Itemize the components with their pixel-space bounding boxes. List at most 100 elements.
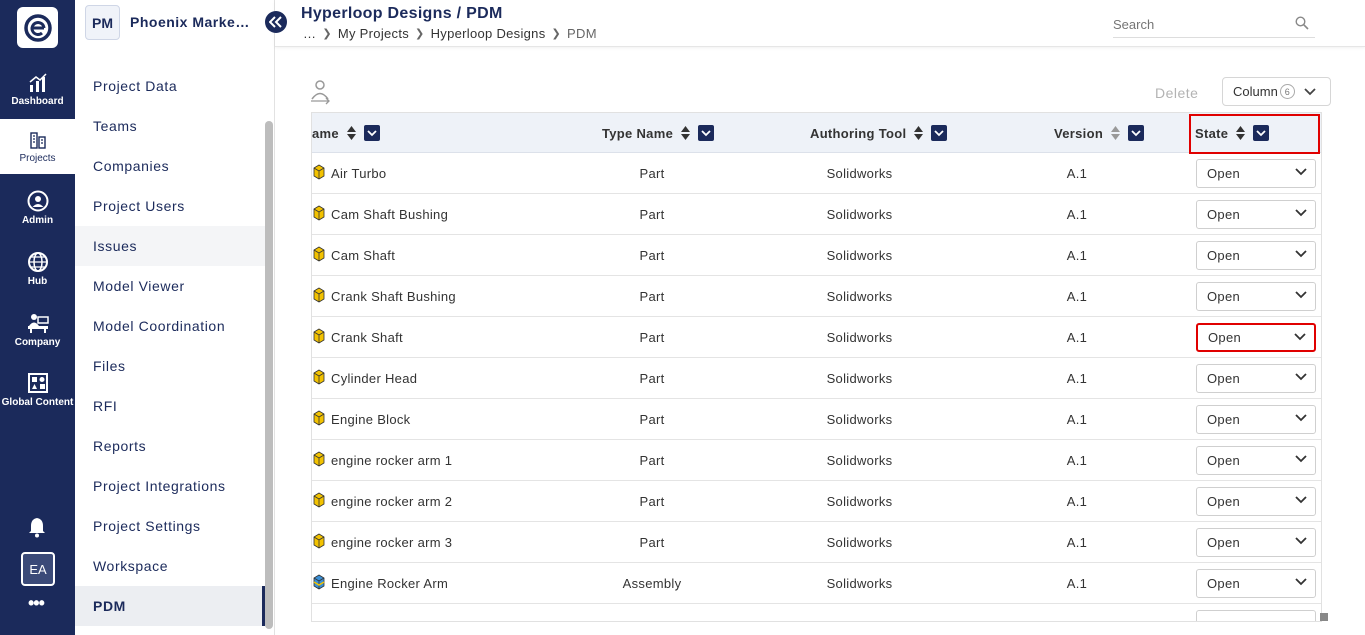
cell-name[interactable]: Cam Shaft Bushing (312, 194, 448, 234)
breadcrumb-my-projects[interactable]: My Projects (338, 26, 409, 41)
nav-item-project-data[interactable]: Project Data (75, 66, 265, 106)
table-row[interactable]: Engine Rocker Arm Assembly Solidworks A.1 Op… (312, 563, 1321, 604)
table-row[interactable]: Crank Shaft Bushing Part Solidworks A.1 Open (312, 276, 1321, 317)
cell-type: Part (639, 206, 665, 222)
pdm-table: ame Type Name Authoring Tool Version Sta (311, 112, 1322, 622)
state-dropdown[interactable]: Open (1196, 159, 1316, 188)
item-name: Engine Block (331, 411, 411, 427)
state-dropdown[interactable]: Open (1196, 323, 1316, 352)
cell-authoring-tool: Solidworks (826, 206, 893, 222)
rail-item-global-content[interactable]: Global Content (0, 360, 75, 420)
sort-icon[interactable] (346, 126, 356, 140)
table-row[interactable]: engine rocker arm 3 Part Solidworks A.1 Open (312, 522, 1321, 563)
project-name[interactable]: Phoenix Marke… (130, 14, 250, 30)
cell-name[interactable]: Cam Shaft (312, 235, 395, 275)
state-dropdown[interactable]: Open (1196, 405, 1316, 434)
app-logo[interactable] (17, 7, 58, 48)
cell-name[interactable]: Cylinder Head (312, 358, 417, 398)
assign-user-button[interactable] (309, 79, 331, 110)
state-value: Open (1207, 453, 1241, 468)
resize-handle[interactable] (1320, 613, 1328, 621)
chevron-down-icon (1295, 209, 1307, 217)
state-dropdown[interactable]: Open (1196, 446, 1316, 475)
filter-chevron-icon[interactable] (931, 125, 948, 141)
cell-name[interactable]: Crank Shaft Bushing (312, 276, 456, 316)
rail-item-label: Dashboard (11, 95, 64, 107)
collapse-sidebar-button[interactable] (265, 11, 287, 33)
item-name: Cam Shaft Bushing (331, 206, 449, 222)
cell-name[interactable]: Engine Rocker Arm (312, 563, 448, 603)
table-row[interactable]: Cam Shaft Part Solidworks A.1 Open (312, 235, 1321, 276)
nav-item-pdm[interactable]: PDM (75, 586, 265, 626)
filter-chevron-icon[interactable] (1128, 125, 1145, 141)
state-dropdown[interactable]: Open (1196, 364, 1316, 393)
cell-name[interactable]: Engine Block (312, 399, 410, 439)
column-header-version[interactable]: Version (1054, 113, 1145, 153)
cell-name[interactable]: engine rocker arm 1 (312, 440, 452, 480)
filter-chevron-icon[interactable] (363, 125, 380, 141)
nav-item-project-integrations[interactable]: Project Integrations (75, 466, 265, 506)
nav-item-project-settings[interactable]: Project Settings (75, 506, 265, 546)
sort-icon[interactable] (681, 126, 691, 140)
state-dropdown[interactable]: Open (1196, 569, 1316, 598)
state-value: Open (1207, 207, 1241, 222)
cell-type: Part (639, 165, 665, 181)
state-dropdown[interactable] (1196, 610, 1316, 621)
nav-item-project-users[interactable]: Project Users (75, 186, 265, 226)
cell-version: A.1 (1066, 493, 1088, 509)
nav-item-rfi[interactable]: RFI (75, 386, 265, 426)
rail-item-label: Hub (27, 275, 48, 287)
cell-name[interactable]: engine rocker arm 2 (312, 481, 452, 521)
user-avatar[interactable]: EA (21, 552, 55, 586)
rail-item-admin[interactable]: Admin (0, 180, 75, 235)
search-icon[interactable] (1295, 16, 1309, 30)
more-menu-button[interactable]: ••• (28, 593, 45, 614)
column-header-type[interactable]: Type Name (602, 113, 715, 153)
table-row[interactable]: Cylinder Head Part Solidworks A.1 Open (312, 358, 1321, 399)
filter-chevron-icon[interactable] (698, 125, 715, 141)
table-row[interactable]: Air Turbo Part Solidworks A.1 Open (312, 153, 1321, 194)
state-dropdown[interactable]: Open (1196, 528, 1316, 557)
rail-item-dashboard[interactable]: Dashboard (0, 62, 75, 117)
state-dropdown[interactable]: Open (1196, 241, 1316, 270)
search-input[interactable] (1113, 12, 1283, 36)
table-row[interactable]: engine rocker arm 1 Part Solidworks A.1 Open (312, 440, 1321, 481)
sidebar-scrollbar[interactable] (265, 121, 273, 629)
nav-item-teams[interactable]: Teams (75, 106, 265, 146)
state-dropdown[interactable]: Open (1196, 200, 1316, 229)
breadcrumb-project[interactable]: Hyperloop Designs (431, 26, 546, 41)
notifications-button[interactable] (26, 516, 48, 543)
column-header-name[interactable]: ame (312, 113, 380, 153)
nav-item-workspace[interactable]: Workspace (75, 546, 265, 586)
nav-item-issues[interactable]: Issues (75, 226, 265, 266)
nav-item-files[interactable]: Files (75, 346, 265, 386)
cell-name[interactable]: Crank Shaft (312, 317, 403, 357)
part-icon (312, 205, 326, 224)
sort-icon[interactable] (914, 126, 924, 140)
delete-button[interactable]: Delete (1155, 85, 1198, 101)
column-header-authoring-tool[interactable]: Authoring Tool (810, 113, 948, 153)
breadcrumb-ellipsis[interactable]: … (303, 26, 316, 41)
sort-icon[interactable] (1111, 126, 1121, 140)
project-badge[interactable]: PM (85, 5, 120, 40)
nav-item-model-coordination[interactable]: Model Coordination (75, 306, 265, 346)
state-dropdown[interactable]: Open (1196, 487, 1316, 516)
cell-name[interactable]: Air Turbo (312, 153, 386, 193)
nav-item-model-viewer[interactable]: Model Viewer (75, 266, 265, 306)
column-selector-button[interactable]: Column 6 (1222, 77, 1331, 106)
cell-name[interactable]: engine rocker arm 3 (312, 522, 452, 562)
table-row[interactable]: Crank Shaft Part Solidworks A.1 Open (312, 317, 1321, 358)
rail-item-company[interactable]: Company (0, 302, 75, 357)
state-dropdown[interactable]: Open (1196, 282, 1316, 311)
cell-authoring-tool: Solidworks (826, 165, 893, 181)
table-row[interactable]: engine rocker arm 2 Part Solidworks A.1 Open (312, 481, 1321, 522)
part-icon (312, 369, 326, 388)
table-row[interactable]: Cam Shaft Bushing Part Solidworks A.1 Open (312, 194, 1321, 235)
rail-item-projects[interactable]: Projects (0, 119, 75, 174)
nav-item-companies[interactable]: Companies (75, 146, 265, 186)
nav-item-reports[interactable]: Reports (75, 426, 265, 466)
table-row[interactable]: Engine Block Part Solidworks A.1 Open (312, 399, 1321, 440)
cell-type: Part (639, 493, 665, 509)
cell-type: Part (639, 370, 665, 386)
rail-item-hub[interactable]: Hub (0, 241, 75, 296)
